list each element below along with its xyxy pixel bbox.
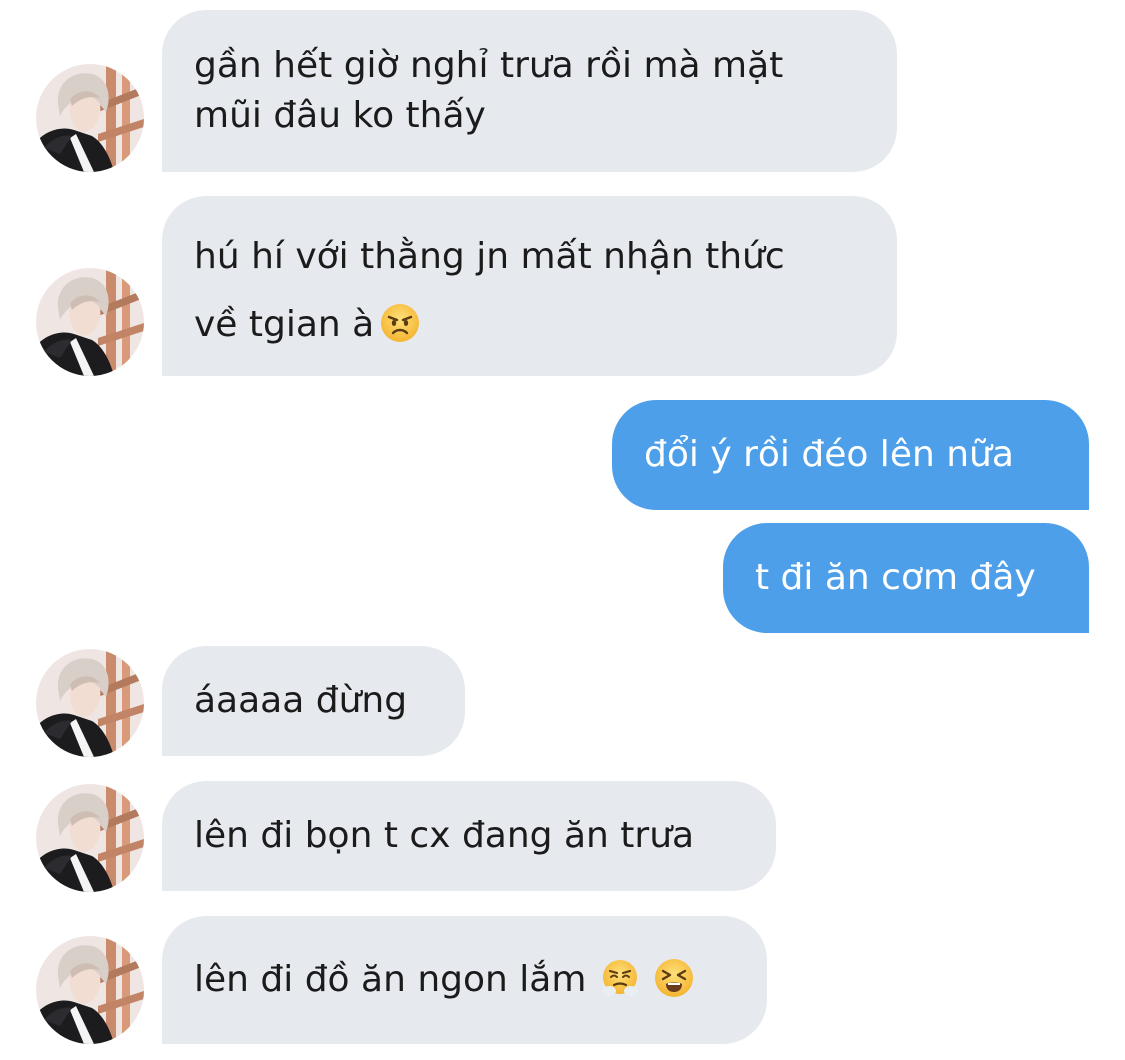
message-text-line: đổi ý rồi đéo lên nữa: [644, 434, 1014, 475]
message-text-line: lên đi bọn t cx đang ăn trưa: [194, 815, 695, 856]
message-text-line: về tgian à: [194, 304, 375, 345]
message-text-line: t đi ăn cơm đây: [755, 557, 1036, 598]
incoming-message-bubble[interactable]: áaaaa đừng: [162, 646, 465, 756]
tired-face-emoji: [654, 958, 694, 998]
message-text-line-with-emoji: về tgian à: [194, 291, 865, 359]
message-text-line: hú hí với thằng jn mất nhận thức: [194, 236, 785, 277]
incoming-message-bubble[interactable]: lên đi đồ ăn ngon lắm: [162, 916, 767, 1044]
angry-face-emoji: [380, 303, 420, 343]
message-text-line: gần hết giờ nghỉ trưa rồi mà mặt: [194, 45, 784, 86]
sender-avatar[interactable]: [36, 268, 144, 376]
sender-avatar[interactable]: [36, 649, 144, 757]
message-text-line-with-emoji: lên đi đồ ăn ngon lắm: [194, 916, 735, 1044]
incoming-message-bubble[interactable]: hú hí với thằng jn mất nhận thức về tgia…: [162, 196, 897, 376]
incoming-message-bubble[interactable]: lên đi bọn t cx đang ăn trưa: [162, 781, 776, 891]
message-text-line: áaaaa đừng: [194, 680, 408, 721]
incoming-message-bubble[interactable]: gần hết giờ nghỉ trưa rồi mà mặt mũi đâu…: [162, 10, 897, 172]
sender-avatar[interactable]: [36, 784, 144, 892]
steam-from-nose-emoji: [600, 958, 640, 998]
message-text-line: mũi đâu ko thấy: [194, 95, 486, 136]
sender-avatar[interactable]: [36, 64, 144, 172]
message-text-line: lên đi đồ ăn ngon lắm: [194, 959, 587, 1000]
outgoing-message-bubble[interactable]: đổi ý rồi đéo lên nữa: [612, 400, 1089, 510]
outgoing-message-bubble[interactable]: t đi ăn cơm đây: [723, 523, 1089, 633]
sender-avatar[interactable]: [36, 936, 144, 1044]
